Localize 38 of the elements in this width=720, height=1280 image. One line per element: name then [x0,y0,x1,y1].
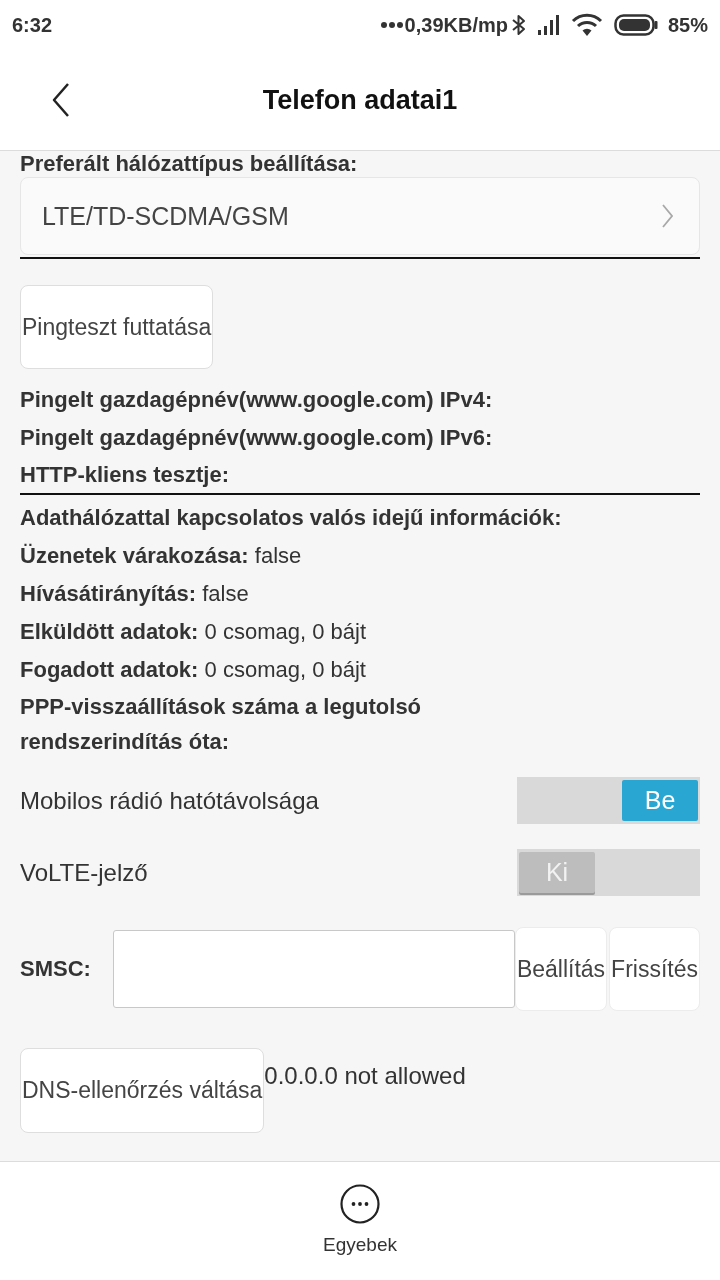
result-label: HTTP-kliens tesztje: [20,461,231,489]
status-time: 6:32 [12,13,53,37]
back-icon[interactable] [52,83,70,117]
refresh-button[interactable]: Frissítés [609,927,700,1011]
info-value: false [254,543,302,568]
info-label: Fogadott adatok: [20,657,199,682]
result-label: Pingelt gazdagépnév(www.google.com) IPv4: [20,386,494,414]
network-speed: 0,39KB/mp [404,13,508,37]
bluetooth-icon [511,14,526,36]
smsc-input[interactable] [113,930,515,1008]
section-heading: Adathálózattal kapcsolatos valós idejű információk: [20,504,563,532]
battery-icon [613,14,658,36]
set-button[interactable]: Beállítás [514,927,608,1011]
notification-dots-icon [380,22,403,28]
info-label: PPP-visszaállítások száma a legutolsó rendszerindítás óta: [20,694,422,754]
info-label: Hívásátirányítás: [20,581,197,606]
signal-icon [537,15,560,35]
info-label: Üzenetek várakozása: [20,543,249,568]
info-value: false [202,581,249,606]
battery-percent: 85% [667,13,708,37]
ping-button[interactable]: Pingteszt futtatása [20,285,214,369]
info-label: Elküldött adatok: [20,619,199,644]
screen-title: Telefon adatai1 [262,84,458,116]
setting-label: VoLTE-jelző [20,858,148,887]
smsc-label: SMSC: [20,956,92,982]
more-button[interactable]: Egyebek [317,1162,403,1280]
more-icon [340,1184,380,1224]
toggle-thumb: Be [622,780,698,821]
info-value: 0 csomag, 0 bájt [204,619,366,644]
section-label: Preferált hálózattípus beállítása: [20,151,359,177]
dns-status: 0.0.0.0 not allowed [264,1062,466,1090]
chevron-icon [662,204,673,228]
setting-label: Mobilos rádió hatótávolsága [20,786,319,815]
info-value: 0 csomag, 0 bájt [204,657,366,682]
dns-check-button[interactable]: DNS-ellenőrzés váltása [20,1048,265,1133]
wifi-icon [570,13,603,37]
result-label: Pingelt gazdagépnév(www.google.com) IPv6: [20,424,494,452]
network-type-dropdown[interactable]: LTE/TD-SCDMA/GSM [20,177,700,255]
